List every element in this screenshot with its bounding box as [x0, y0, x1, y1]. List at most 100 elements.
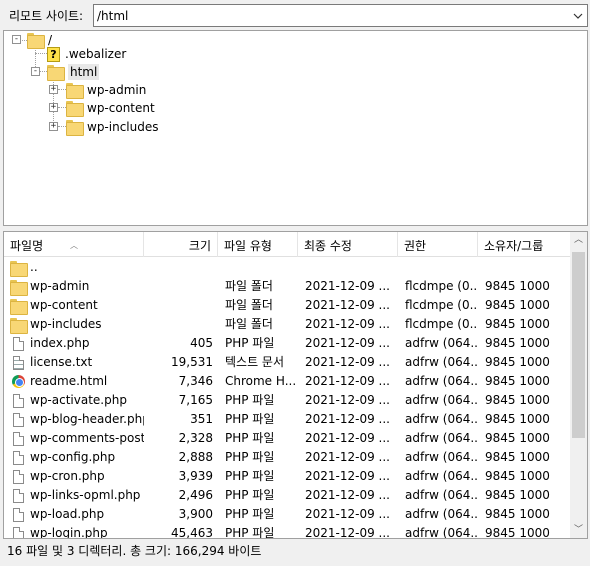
file-name-cell: wp-load.php — [10, 505, 144, 524]
file-modified: 2021-12-09 ... — [305, 317, 390, 331]
file-row[interactable]: wp-config.php 2,888 PHP 파일 2021-12-09 ... ad… — [4, 448, 572, 467]
file-name: wp-activate.php — [30, 393, 127, 407]
file-icon — [10, 507, 26, 522]
file-permissions: adfrw (064... — [405, 526, 477, 539]
file-size: 2,328 — [178, 431, 213, 445]
file-row[interactable]: readme.html 7,346 Chrome H... 2021-12-09 ..… — [4, 372, 572, 391]
collapse-toggle-root[interactable]: - — [12, 35, 21, 44]
tree-node-html[interactable]: html — [47, 63, 100, 81]
file-row[interactable]: wp-login.php 45,463 PHP 파일 2021-12-09 ... ad… — [4, 524, 572, 539]
file-owner: 9845 1000 — [485, 393, 550, 407]
file-size — [144, 296, 213, 315]
file-row[interactable]: license.txt 19,531 텍스트 문서 2021-12-09 ... adf… — [4, 353, 572, 372]
file-permissions: flcdmpe (0... — [405, 317, 477, 331]
file-row[interactable]: wp-load.php 3,900 PHP 파일 2021-12-09 ... adfr… — [4, 505, 572, 524]
file-permissions: adfrw (064... — [405, 507, 477, 521]
file-type: PHP 파일 — [225, 412, 275, 426]
file-name-cell: wp-blog-header.php — [10, 410, 144, 429]
file-row[interactable]: wp-blog-header.php 351 PHP 파일 2021-12-09 ..… — [4, 410, 572, 429]
file-row[interactable]: wp-includes 파일 폴더 2021-12-09 ... flcdmpe (0… — [4, 315, 572, 334]
expand-toggle-wp-admin[interactable]: + — [49, 85, 58, 94]
file-type: 파일 폴더 — [225, 298, 273, 312]
file-row[interactable]: index.php 405 PHP 파일 2021-12-09 ... adfrw (0… — [4, 334, 572, 353]
remote-directory-tree[interactable]: - / ? .webalizer - html + wp-admin + wp-… — [3, 30, 588, 226]
remote-file-list[interactable]: 파일명 ︿ 크기 파일 유형 최종 수정 권한 소유자/그룹 .. wp-admi… — [3, 231, 588, 539]
scroll-down-arrow[interactable]: ﹀ — [570, 522, 587, 538]
file-permissions: adfrw (064... — [405, 374, 477, 388]
file-size: 7,165 — [178, 393, 213, 407]
column-header-size[interactable]: 크기 — [144, 232, 218, 257]
scroll-up-arrow[interactable]: ︿ — [570, 232, 587, 248]
file-row[interactable]: wp-admin 파일 폴더 2021-12-09 ... flcdmpe (0...… — [4, 277, 572, 296]
file-row[interactable]: wp-activate.php 7,165 PHP 파일 2021-12-09 ...… — [4, 391, 572, 410]
file-row[interactable]: .. — [4, 258, 572, 277]
file-name-cell: wp-includes — [10, 315, 144, 334]
file-icon — [10, 431, 26, 446]
file-modified: 2021-12-09 ... — [305, 393, 390, 407]
file-row[interactable]: wp-links-opml.php 2,496 PHP 파일 2021-12-09 .… — [4, 486, 572, 505]
file-owner: 9845 1000 — [485, 526, 550, 539]
file-icon — [10, 526, 26, 538]
column-header-permissions[interactable]: 권한 — [398, 232, 478, 257]
remote-site-bar: 리모트 사이트: — [3, 3, 588, 28]
file-type: PHP 파일 — [225, 526, 275, 539]
file-owner: 9845 1000 — [485, 488, 550, 502]
column-header-owner[interactable]: 소유자/그룹 — [478, 232, 572, 257]
expand-toggle-wp-content[interactable]: + — [49, 103, 58, 112]
file-type: PHP 파일 — [225, 450, 275, 464]
tree-node-webalizer[interactable]: ? .webalizer — [47, 45, 126, 63]
collapse-toggle-html[interactable]: - — [31, 67, 40, 76]
file-size: 3,939 — [178, 469, 213, 483]
file-row[interactable]: wp-comments-post... 2,328 PHP 파일 2021-12-09… — [4, 429, 572, 448]
file-name-cell: wp-content — [10, 296, 144, 315]
file-permissions: adfrw (064... — [405, 431, 477, 445]
file-row[interactable]: wp-cron.php 3,939 PHP 파일 2021-12-09 ... adfr… — [4, 467, 572, 486]
vertical-scrollbar[interactable]: ︿ ﹀ — [570, 232, 587, 538]
chevron-down-icon[interactable] — [569, 5, 587, 26]
column-header-filename[interactable]: 파일명 ︿ — [4, 232, 144, 257]
expand-toggle-wp-includes[interactable]: + — [49, 122, 58, 131]
column-header-type[interactable]: 파일 유형 — [218, 232, 298, 257]
file-permissions: adfrw (064... — [405, 355, 477, 369]
tree-node-label: wp-content — [87, 101, 155, 115]
file-row[interactable]: wp-content 파일 폴더 2021-12-09 ... flcdmpe (0.… — [4, 296, 572, 315]
file-type — [225, 258, 297, 277]
file-name: wp-admin — [30, 279, 90, 293]
file-name: wp-links-opml.php — [30, 488, 141, 502]
file-icon — [10, 488, 26, 503]
file-name: wp-includes — [30, 317, 102, 331]
folder-icon — [10, 279, 28, 296]
tree-node-wp-includes[interactable]: wp-includes — [66, 118, 159, 136]
file-permissions: adfrw (064... — [405, 412, 477, 426]
file-type: 파일 폴더 — [225, 279, 273, 293]
tree-node-wp-content[interactable]: wp-content — [66, 99, 155, 117]
file-icon — [10, 393, 26, 408]
file-owner: 9845 1000 — [485, 374, 550, 388]
file-modified: 2021-12-09 ... — [305, 355, 390, 369]
column-header-row: 파일명 ︿ 크기 파일 유형 최종 수정 권한 소유자/그룹 — [4, 232, 572, 257]
file-name: readme.html — [30, 374, 108, 388]
remote-path-input[interactable] — [94, 8, 569, 23]
tree-node-wp-admin[interactable]: wp-admin — [66, 81, 146, 99]
file-owner: 9845 1000 — [485, 431, 550, 445]
file-name: wp-comments-post... — [30, 431, 144, 445]
folder-icon — [47, 65, 65, 81]
file-type: PHP 파일 — [225, 507, 275, 521]
file-name: wp-blog-header.php — [30, 412, 144, 426]
file-size — [144, 315, 213, 334]
column-header-modified[interactable]: 최종 수정 — [298, 232, 398, 257]
file-permissions: flcdmpe (0... — [405, 298, 477, 312]
scrollbar-thumb[interactable] — [572, 252, 585, 438]
folder-icon — [66, 83, 84, 99]
file-permissions: adfrw (064... — [405, 336, 477, 350]
file-name-cell: readme.html — [10, 372, 144, 391]
folder-icon — [66, 101, 84, 117]
chrome-icon — [10, 375, 26, 388]
file-size — [144, 277, 213, 296]
file-size: 19,531 — [171, 355, 213, 369]
remote-path-combobox[interactable] — [93, 4, 588, 27]
file-name-cell: .. — [10, 258, 144, 277]
file-name-cell: license.txt — [10, 353, 144, 372]
file-modified: 2021-12-09 ... — [305, 526, 390, 539]
file-name: license.txt — [30, 355, 93, 369]
